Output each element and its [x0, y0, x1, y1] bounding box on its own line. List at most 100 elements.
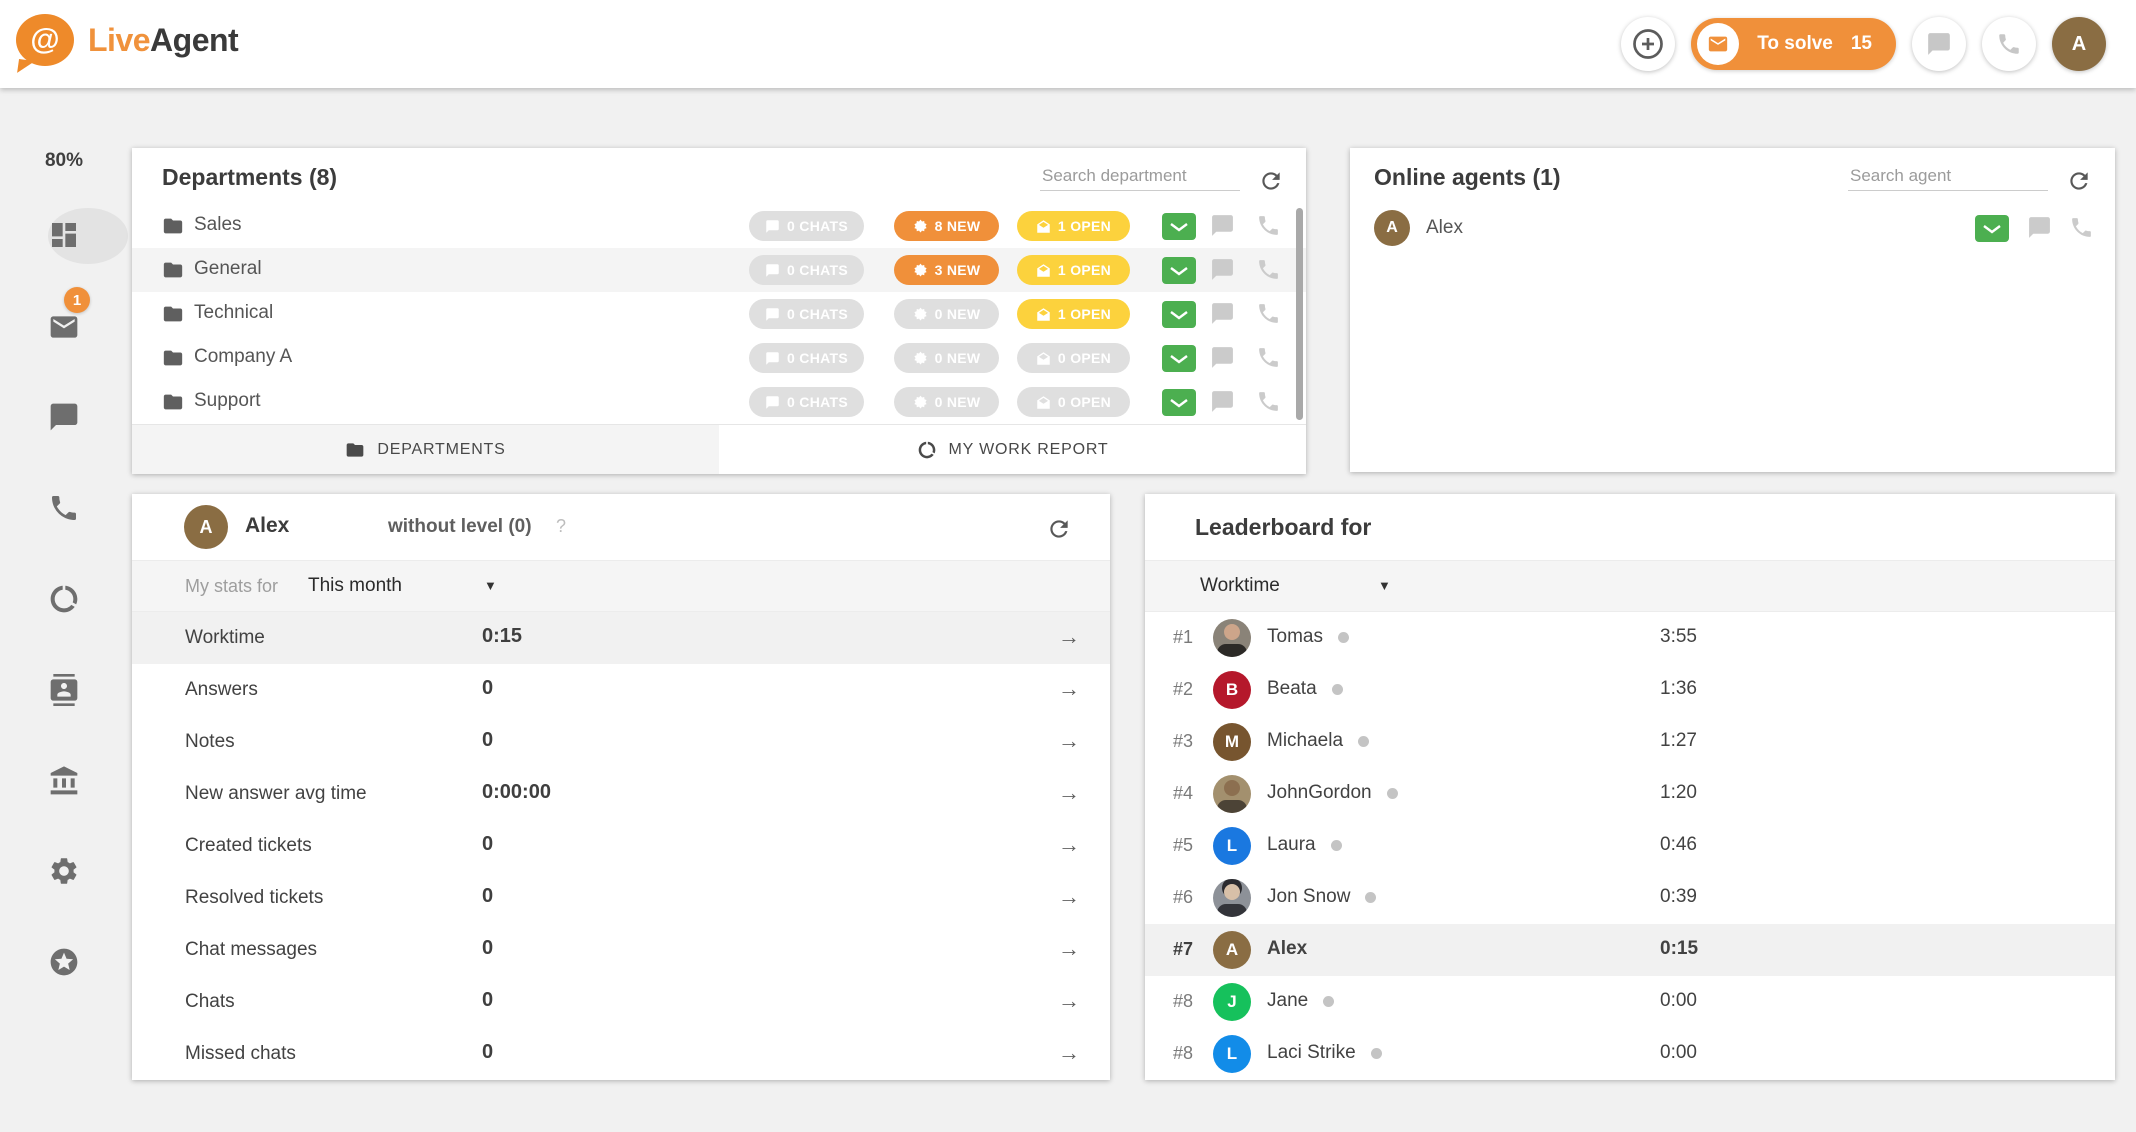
refresh-agents-button[interactable] — [2062, 164, 2096, 201]
sidebar-item-calls[interactable] — [0, 479, 128, 537]
new-ticket-button[interactable] — [1162, 345, 1196, 372]
stat-row[interactable]: Chats 0 → — [132, 976, 1110, 1028]
department-chat-button[interactable] — [1210, 345, 1235, 373]
chats-badge[interactable]: 0 CHATS — [749, 387, 864, 417]
leaderboard-row[interactable]: #8 J Jane 0:00 — [1145, 976, 2115, 1028]
level-help-icon[interactable]: ? — [556, 516, 566, 537]
arrow-right-icon[interactable]: → — [1058, 1040, 1080, 1066]
liveagent-logo[interactable]: @ LiveAgent — [16, 14, 238, 66]
stat-row[interactable]: Worktime 0:15 → — [132, 612, 1110, 664]
sidebar-item-gamification[interactable] — [0, 933, 128, 991]
department-call-button[interactable] — [1256, 301, 1281, 329]
sidebar-item-reports[interactable] — [0, 570, 128, 628]
sidebar-item-customers[interactable] — [0, 661, 128, 719]
new-ticket-button[interactable] — [1162, 301, 1196, 328]
ticket-agent-button[interactable] — [1975, 215, 2009, 242]
leaderboard-row[interactable]: #4 JohnGordon 1:20 — [1145, 768, 2115, 820]
leaderboard-row-current-user[interactable]: #7 A Alex 0:15 — [1145, 924, 2115, 976]
open-tickets-badge[interactable]: 0 OPEN — [1017, 387, 1130, 417]
sidebar-item-settings[interactable] — [0, 842, 128, 900]
add-button[interactable] — [1621, 17, 1675, 71]
new-tickets-badge[interactable]: 0 NEW — [894, 343, 999, 373]
department-chat-button[interactable] — [1210, 213, 1235, 241]
department-chat-button[interactable] — [1210, 389, 1235, 417]
arrow-right-icon[interactable]: → — [1058, 988, 1080, 1014]
arrow-right-icon[interactable]: → — [1058, 728, 1080, 754]
leaderboard-row[interactable]: #3 M Michaela 1:27 — [1145, 716, 2115, 768]
search-agent-input[interactable] — [1848, 162, 2048, 191]
brand-agent: Agent — [150, 22, 238, 58]
department-row[interactable]: Support 0 CHATS 0 NEW 0 OPEN — [132, 380, 1306, 424]
department-row[interactable]: Sales 0 CHATS 8 NEW 1 OPEN — [132, 204, 1306, 248]
department-row[interactable]: Company A 0 CHATS 0 NEW 0 OPEN — [132, 336, 1306, 380]
call-agent-button[interactable] — [2069, 215, 2094, 243]
department-call-button[interactable] — [1256, 257, 1281, 285]
department-call-button[interactable] — [1256, 345, 1281, 373]
refresh-departments-button[interactable] — [1254, 164, 1288, 201]
new-ticket-button[interactable] — [1162, 213, 1196, 240]
plus-circle-icon — [1630, 26, 1666, 62]
stat-row[interactable]: Answers 0 → — [132, 664, 1110, 716]
refresh-stats-button[interactable] — [1042, 512, 1076, 549]
folder-icon — [162, 391, 184, 418]
department-chat-button[interactable] — [1210, 257, 1235, 285]
online-agent-row[interactable]: A Alex — [1350, 208, 2115, 250]
arrow-right-icon[interactable]: → — [1058, 624, 1080, 650]
chats-badge[interactable]: 0 CHATS — [749, 299, 864, 329]
departments-scrollbar[interactable] — [1296, 208, 1303, 420]
department-search — [1040, 162, 1240, 191]
open-tickets-badge[interactable]: 1 OPEN — [1017, 211, 1130, 241]
stat-row[interactable]: Chat messages 0 → — [132, 924, 1110, 976]
stat-row[interactable]: New answer avg time 0:00:00 → — [132, 768, 1110, 820]
chats-badge[interactable]: 0 CHATS — [749, 343, 864, 373]
sidebar-item-chats[interactable] — [0, 388, 128, 446]
leaderboard-row[interactable]: #1 Tomas 3:55 — [1145, 612, 2115, 664]
leaderboard-row[interactable]: #5 L Laura 0:46 — [1145, 820, 2115, 872]
new-tickets-badge[interactable]: 0 NEW — [894, 387, 999, 417]
department-row[interactable]: General 0 CHATS 3 NEW 1 OPEN — [132, 248, 1306, 292]
new-tickets-badge[interactable]: 8 NEW — [894, 211, 999, 241]
leaderboard-metric-select[interactable]: Worktime — [1200, 575, 1280, 597]
stats-period-select[interactable]: This month — [308, 575, 402, 597]
leaderboard-row[interactable]: #2 B Beata 1:36 — [1145, 664, 2115, 716]
chats-badge[interactable]: 0 CHATS — [749, 255, 864, 285]
open-tickets-badge[interactable]: 1 OPEN — [1017, 255, 1130, 285]
sidebar-item-tickets[interactable]: 1 — [0, 298, 128, 356]
leaderboard-row[interactable]: #6 Jon Snow 0:39 — [1145, 872, 2115, 924]
sidebar-item-academy[interactable] — [0, 752, 128, 810]
leaderboard-row[interactable]: #8 L Laci Strike 0:00 — [1145, 1028, 2115, 1080]
chat-agent-button[interactable] — [2027, 215, 2052, 243]
department-call-button[interactable] — [1256, 389, 1281, 417]
new-ticket-button[interactable] — [1162, 389, 1196, 416]
tab-my-work-report[interactable]: MY WORK REPORT — [719, 425, 1306, 474]
profile-avatar[interactable]: A — [2052, 17, 2106, 71]
search-department-input[interactable] — [1040, 162, 1240, 191]
chat-bubble-icon — [48, 401, 80, 433]
department-chat-button[interactable] — [1210, 301, 1235, 329]
department-row[interactable]: Technical 0 CHATS 0 NEW 1 OPEN — [132, 292, 1306, 336]
departments-title: Departments (8) — [162, 164, 337, 191]
chats-button[interactable] — [1912, 17, 1966, 71]
arrow-right-icon[interactable]: → — [1058, 936, 1080, 962]
stat-row[interactable]: Created tickets 0 → — [132, 820, 1110, 872]
stat-row[interactable]: Resolved tickets 0 → — [132, 872, 1110, 924]
department-call-button[interactable] — [1256, 213, 1281, 241]
open-tickets-badge[interactable]: 0 OPEN — [1017, 343, 1130, 373]
tab-departments[interactable]: DEPARTMENTS — [132, 425, 719, 474]
sidebar-item-dashboard[interactable] — [0, 206, 128, 264]
arrow-right-icon[interactable]: → — [1058, 780, 1080, 806]
open-tickets-badge[interactable]: 1 OPEN — [1017, 299, 1130, 329]
chevron-down-icon[interactable]: ▼ — [484, 578, 497, 593]
new-ticket-button[interactable] — [1162, 257, 1196, 284]
new-tickets-badge[interactable]: 3 NEW — [894, 255, 999, 285]
arrow-right-icon[interactable]: → — [1058, 832, 1080, 858]
stat-row[interactable]: Missed chats 0 → — [132, 1028, 1110, 1080]
chats-badge[interactable]: 0 CHATS — [749, 211, 864, 241]
chevron-down-icon[interactable]: ▼ — [1378, 578, 1391, 593]
stat-row[interactable]: Notes 0 → — [132, 716, 1110, 768]
calls-button[interactable] — [1982, 17, 2036, 71]
new-tickets-badge[interactable]: 0 NEW — [894, 299, 999, 329]
to-solve-button[interactable]: To solve 15 — [1691, 18, 1896, 70]
arrow-right-icon[interactable]: → — [1058, 884, 1080, 910]
arrow-right-icon[interactable]: → — [1058, 676, 1080, 702]
